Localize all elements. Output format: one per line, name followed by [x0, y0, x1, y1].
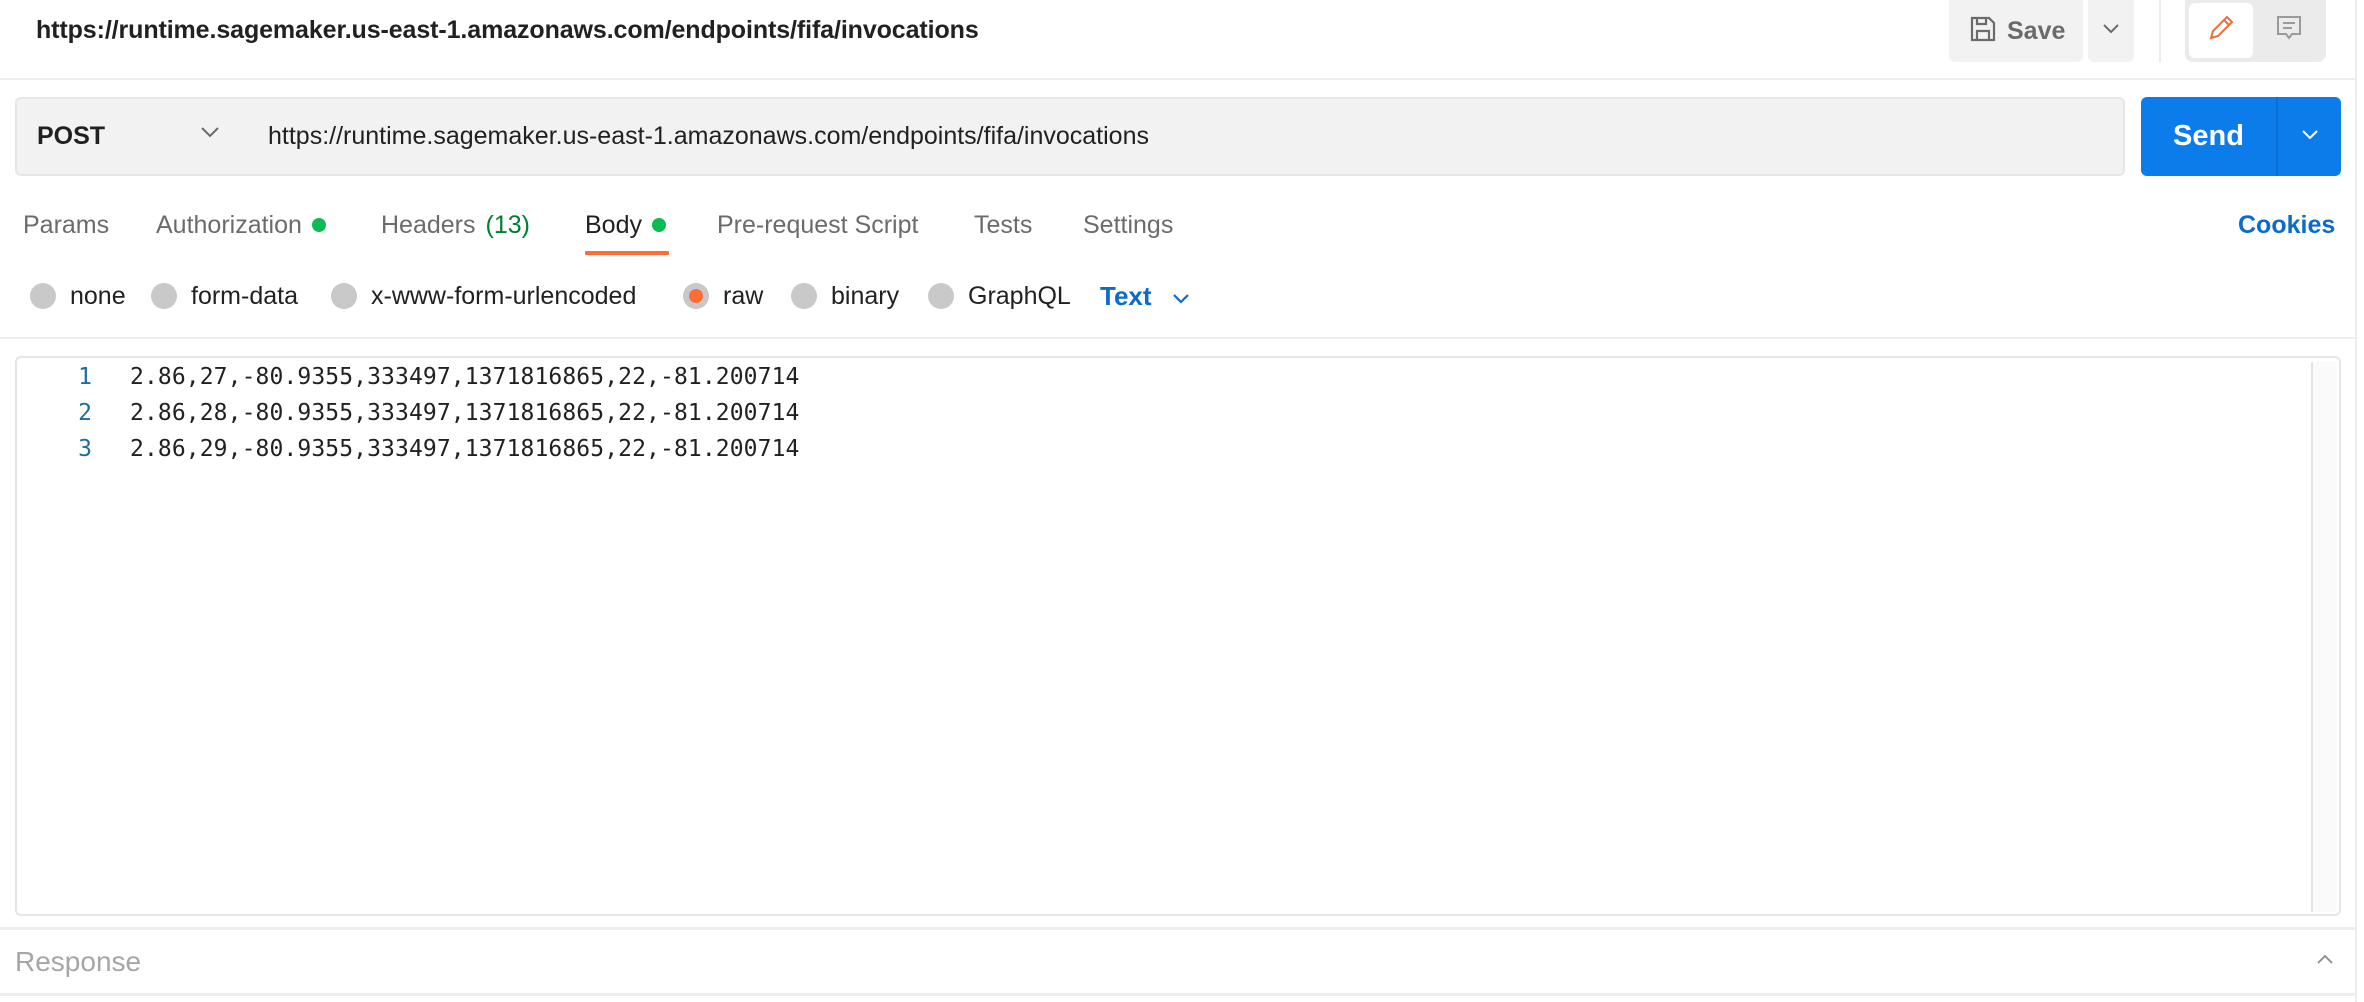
body-type-form-data[interactable]: form-data — [151, 279, 298, 313]
editor-line: 2 2.86,28,-80.9355,333497,1371816865,22,… — [17, 395, 799, 431]
mode-toggle — [2185, 0, 2326, 62]
response-bottom-border — [0, 993, 2356, 996]
chevron-up-icon — [2316, 952, 2334, 970]
response-label: Response — [15, 945, 142, 977]
radio-icon — [928, 283, 954, 309]
radio-icon — [331, 283, 357, 309]
tab-pre-request-script[interactable]: Pre-request Script — [717, 208, 918, 242]
tab-tests[interactable]: Tests — [974, 208, 1032, 242]
panel-edge — [2355, 0, 2357, 1002]
pencil-icon — [2206, 13, 2236, 48]
body-type-graphql[interactable]: GraphQL — [928, 279, 1071, 313]
floppy-disk-icon — [1969, 15, 1997, 48]
radio-label: none — [70, 281, 126, 310]
tab-label: Params — [23, 210, 110, 239]
body-type-raw[interactable]: raw — [683, 279, 763, 313]
edit-mode-button[interactable] — [2189, 3, 2253, 58]
radio-label: binary — [831, 281, 900, 310]
comments-mode-button[interactable] — [2257, 3, 2321, 58]
radio-icon — [791, 283, 817, 309]
raw-language-select[interactable]: Text — [1100, 279, 1190, 313]
tab-label: Tests — [974, 210, 1033, 239]
tab-headers[interactable]: Headers (13) — [381, 208, 530, 242]
send-button[interactable]: Send — [2141, 97, 2276, 176]
tab-label: Headers — [381, 210, 476, 239]
chevron-down-icon — [200, 125, 220, 144]
body-type-none[interactable]: none — [30, 279, 126, 313]
radio-label: form-data — [191, 281, 298, 310]
method-select[interactable]: POST — [15, 97, 246, 176]
radio-label: GraphQL — [968, 281, 1071, 310]
tab-label: Body — [585, 210, 642, 239]
editor-scrollbar[interactable] — [2311, 362, 2337, 912]
tab-authorization[interactable]: Authorization — [156, 208, 326, 242]
radio-selected-icon — [683, 283, 709, 309]
tab-label: Settings — [1083, 210, 1174, 239]
send-options-button[interactable] — [2276, 97, 2341, 176]
save-label: Save — [2007, 16, 2066, 45]
header-separator — [0, 78, 2356, 80]
status-dot-icon — [311, 218, 326, 232]
headers-count: (13) — [485, 210, 530, 239]
save-options-button[interactable] — [2088, 0, 2134, 62]
line-text: 2.86,27,-80.9355,333497,1371816865,22,-8… — [130, 364, 800, 390]
tab-settings[interactable]: Settings — [1083, 208, 1173, 242]
editor-line: 3 2.86,29,-80.9355,333497,1371816865,22,… — [17, 431, 799, 467]
raw-language-label: Text — [1100, 280, 1152, 311]
request-title[interactable]: https://runtime.sagemaker.us-east-1.amaz… — [36, 14, 979, 46]
chevron-down-icon — [1172, 281, 1190, 312]
editor-line: 1 2.86,27,-80.9355,333497,1371816865,22,… — [17, 359, 799, 395]
line-text: 2.86,29,-80.9355,333497,1371816865,22,-8… — [130, 436, 800, 462]
send-label: Send — [2173, 120, 2244, 152]
line-text: 2.86,28,-80.9355,333497,1371816865,22,-8… — [130, 400, 800, 426]
chevron-down-icon — [2102, 22, 2120, 40]
cookies-link[interactable]: Cookies — [2238, 208, 2335, 242]
chevron-down-icon — [2301, 128, 2319, 146]
save-button[interactable]: Save — [1949, 0, 2083, 62]
radio-label: x-www-form-urlencoded — [371, 281, 637, 310]
active-tab-indicator — [585, 251, 669, 255]
method-label: POST — [37, 122, 106, 150]
line-number: 1 — [78, 364, 92, 390]
body-type-urlencoded[interactable]: x-www-form-urlencoded — [331, 279, 636, 313]
comment-icon — [2275, 14, 2303, 47]
status-dot-icon — [651, 218, 666, 232]
radio-icon — [151, 283, 177, 309]
url-input[interactable]: https://runtime.sagemaker.us-east-1.amaz… — [244, 97, 2125, 176]
body-type-binary[interactable]: binary — [791, 279, 899, 313]
line-number: 2 — [78, 400, 92, 426]
tab-label: Pre-request Script — [717, 210, 919, 239]
body-options-separator — [0, 337, 2356, 339]
response-panel-toggle[interactable]: Response — [0, 930, 2356, 993]
tab-params[interactable]: Params — [23, 208, 109, 242]
line-number: 3 — [78, 436, 92, 462]
body-editor[interactable]: 1 2.86,27,-80.9355,333497,1371816865,22,… — [15, 356, 2341, 916]
radio-icon — [30, 283, 56, 309]
radio-label: raw — [723, 281, 764, 310]
tab-label: Authorization — [156, 210, 302, 239]
toolbar-divider — [2159, 0, 2161, 62]
tab-body[interactable]: Body — [585, 208, 666, 242]
